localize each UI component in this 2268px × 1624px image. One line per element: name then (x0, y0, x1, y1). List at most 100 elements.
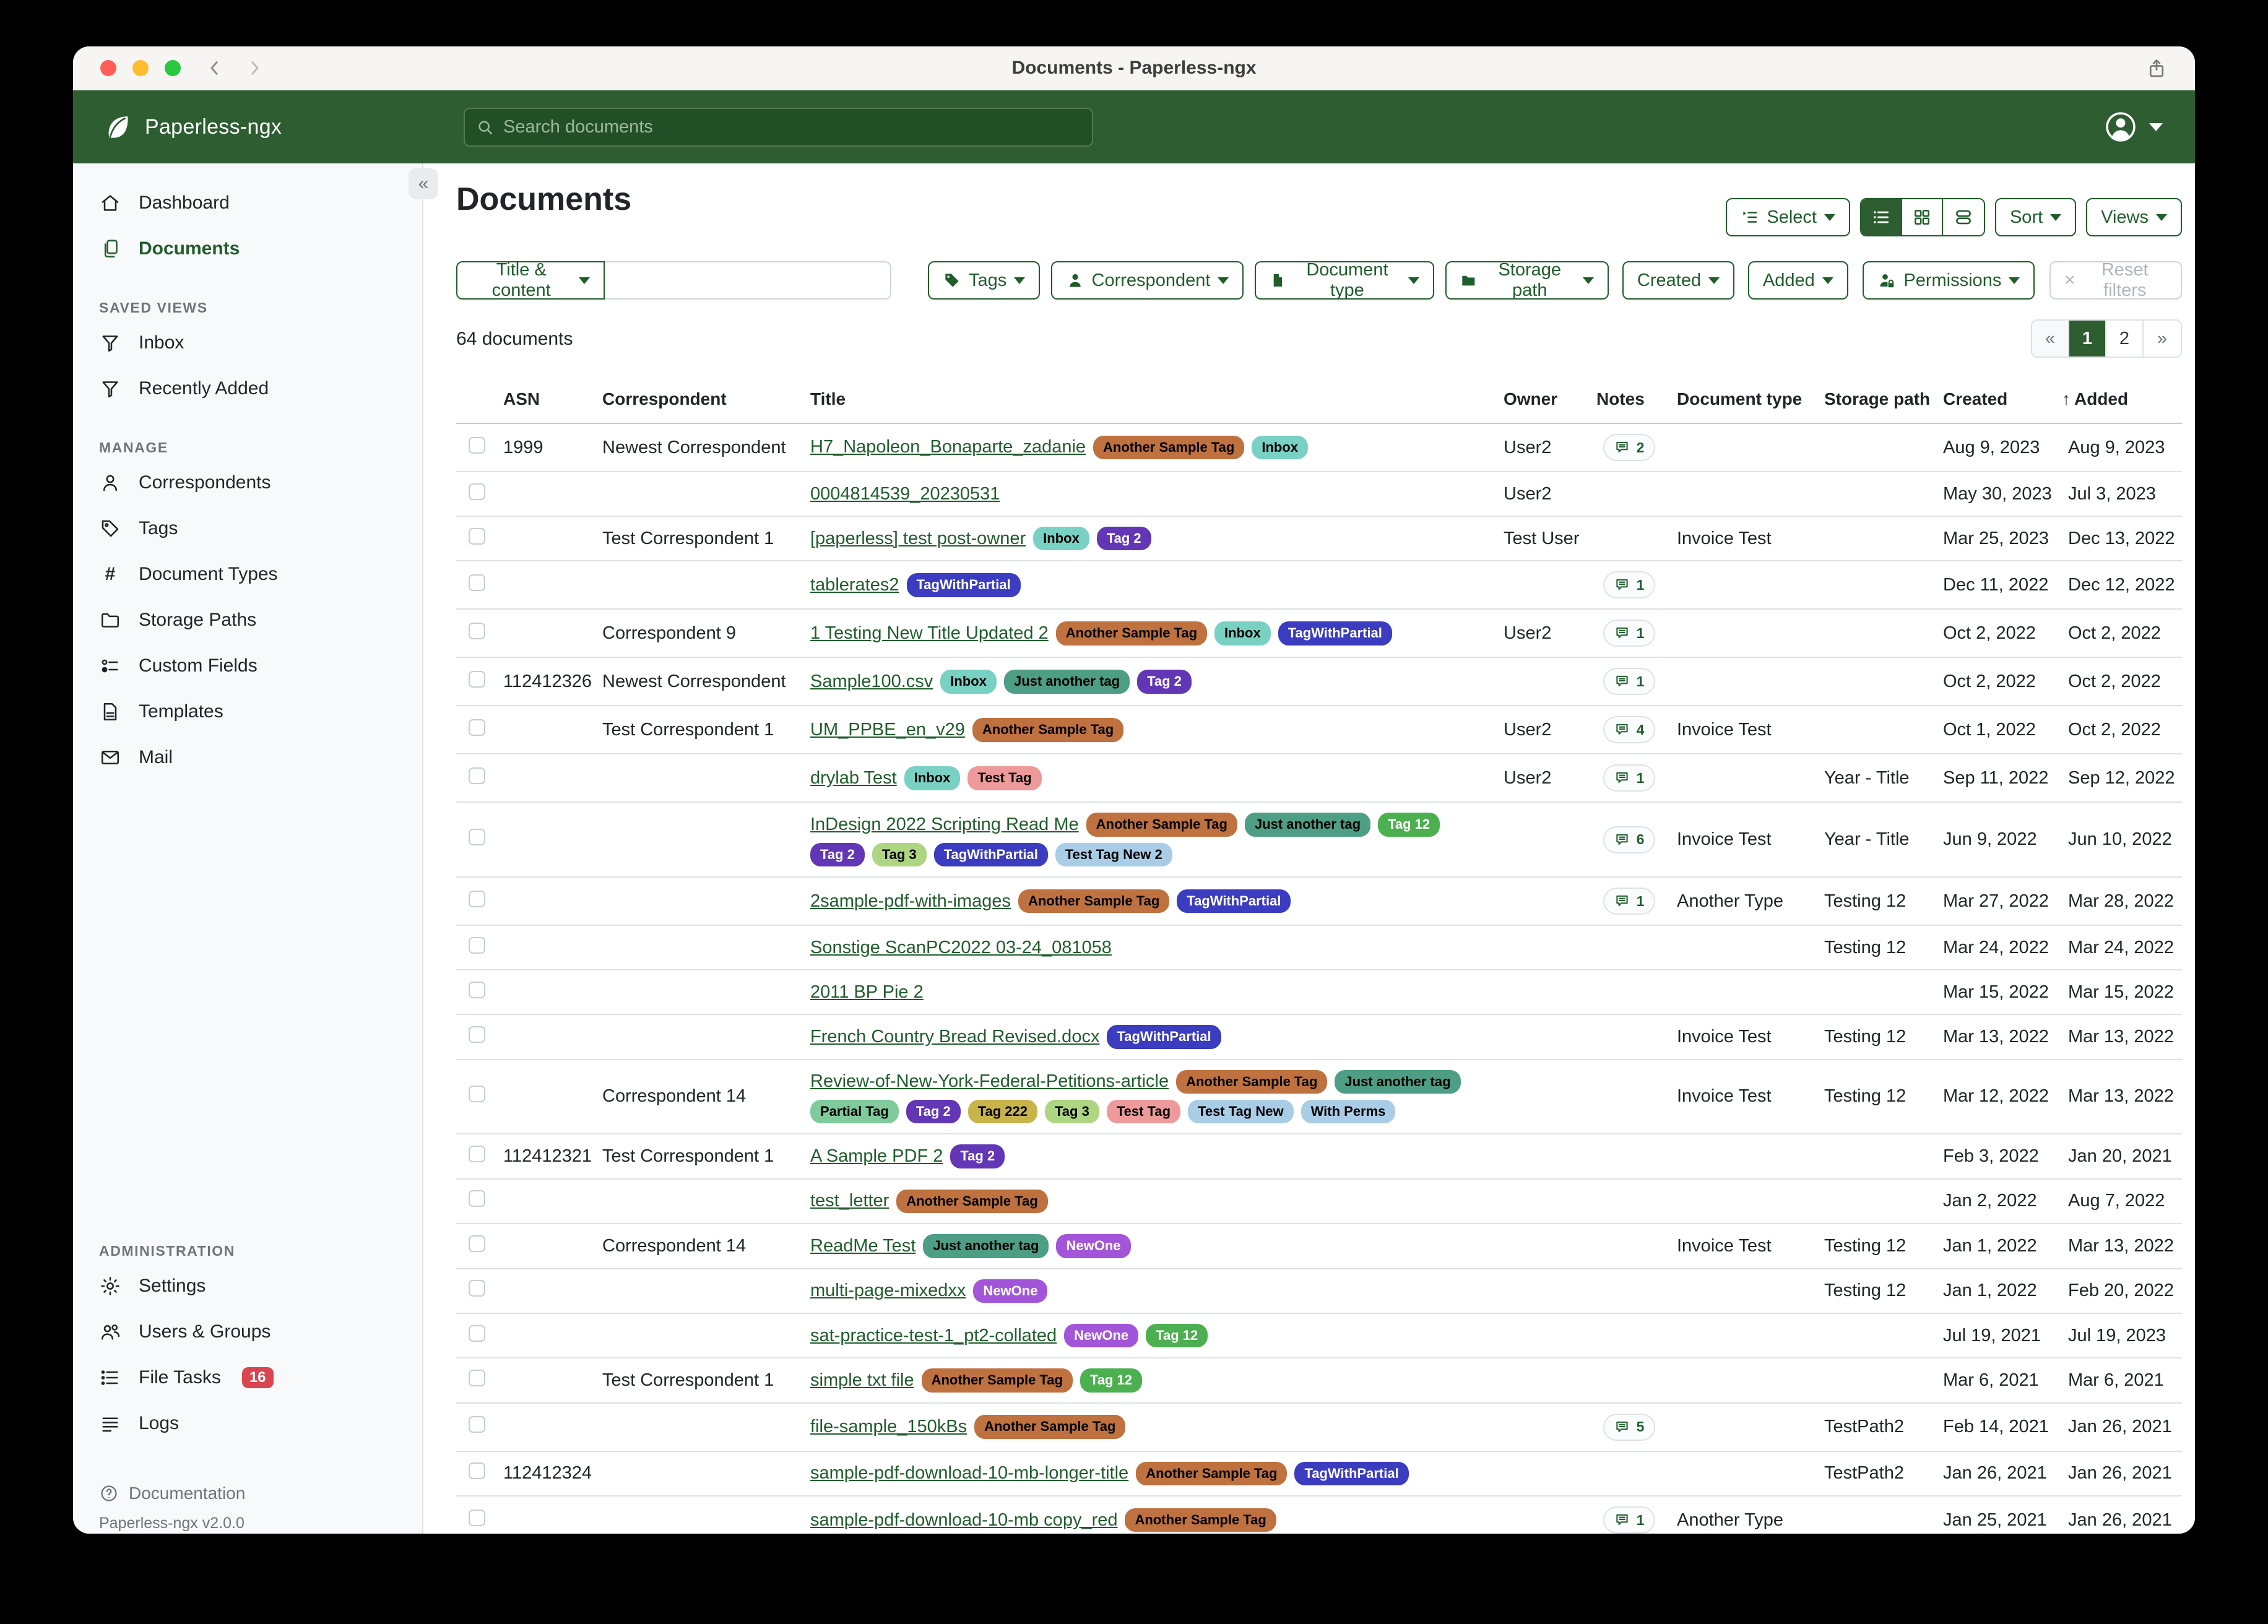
select-button[interactable]: Select (1726, 198, 1850, 236)
notes-pill[interactable]: 1 (1603, 668, 1656, 695)
tag-pill[interactable]: Another Sample Tag (972, 718, 1123, 741)
row-checkbox[interactable] (469, 1280, 485, 1297)
tag-pill[interactable]: Tag 222 (968, 1100, 1037, 1123)
storage-path-filter-button[interactable]: Storage path (1445, 261, 1609, 300)
document-link[interactable]: Sonstige ScanPC2022 03-24_081058 (810, 938, 1112, 958)
row-checkbox[interactable] (469, 719, 485, 736)
tag-pill[interactable]: Tag 12 (1378, 813, 1440, 836)
document-link[interactable]: UM_PPBE_en_v29 (810, 720, 965, 740)
column-header-created[interactable]: Created (1936, 379, 2061, 423)
sidebar-collapse-button[interactable]: « (409, 168, 438, 199)
document-link[interactable]: sample-pdf-download-10-mb-longer-title (810, 1463, 1128, 1484)
tag-pill[interactable]: Inbox (940, 670, 997, 693)
notes-pill[interactable]: 1 (1603, 764, 1656, 792)
notes-pill[interactable]: 1 (1603, 1506, 1656, 1534)
sidebar-item-documents[interactable]: Documents (73, 226, 422, 272)
sidebar-item-tags[interactable]: Tags (73, 506, 422, 551)
notes-pill[interactable]: 2 (1603, 434, 1656, 461)
tag-pill[interactable]: Another Sample Tag (1056, 621, 1207, 645)
notes-pill[interactable]: 5 (1603, 1414, 1656, 1441)
views-button[interactable]: Views (2086, 198, 2182, 236)
pagination-next[interactable]: » (2144, 321, 2181, 356)
tag-pill[interactable]: Tag 12 (1146, 1324, 1208, 1347)
row-checkbox[interactable] (469, 483, 485, 500)
row-checkbox[interactable] (469, 1190, 485, 1207)
column-header-added[interactable]: ↑Added (2061, 379, 2182, 423)
tag-pill[interactable]: Test Tag (967, 766, 1041, 790)
sidebar-item-documentation[interactable]: Documentation (73, 1479, 422, 1508)
row-checkbox[interactable] (469, 1026, 485, 1043)
tag-pill[interactable]: Just another tag (1335, 1070, 1460, 1094)
sidebar-item-inbox[interactable]: Inbox (73, 320, 422, 366)
correspondent-filter-button[interactable]: Correspondent (1051, 261, 1244, 300)
row-checkbox[interactable] (469, 623, 485, 639)
tag-pill[interactable]: Tag 2 (1097, 527, 1151, 550)
tag-pill[interactable]: Test Tag New (1188, 1100, 1294, 1123)
title-content-dropdown[interactable]: Title & content (456, 261, 605, 300)
reset-filters-button[interactable]: × Reset filters (2049, 261, 2182, 300)
tag-pill[interactable]: Partial Tag (810, 1100, 899, 1123)
document-type-filter-button[interactable]: Document type (1255, 261, 1435, 300)
tag-pill[interactable]: TagWithPartial (1278, 621, 1392, 645)
tag-pill[interactable]: Tag 3 (872, 843, 927, 866)
tag-pill[interactable]: Another Sample Tag (1136, 1462, 1287, 1485)
pagination-page-2[interactable]: 2 (2106, 321, 2144, 356)
row-checkbox[interactable] (469, 829, 485, 845)
tag-pill[interactable]: Another Sample Tag (1176, 1070, 1327, 1094)
added-filter-button[interactable]: Added (1748, 261, 1848, 300)
document-link[interactable]: test_letter (810, 1191, 889, 1211)
tag-pill[interactable]: TagWithPartial (1177, 889, 1291, 913)
column-header-owner[interactable]: Owner (1496, 379, 1589, 423)
tag-pill[interactable]: Test Tag (1107, 1100, 1180, 1123)
column-header-notes[interactable]: Notes (1589, 379, 1669, 423)
tag-pill[interactable]: Test Tag New 2 (1055, 843, 1172, 866)
row-checkbox[interactable] (469, 671, 485, 688)
sidebar-item-settings[interactable]: Settings (73, 1263, 422, 1309)
filter-text-input[interactable] (605, 261, 891, 300)
tag-pill[interactable]: Inbox (904, 766, 961, 790)
tag-pill[interactable]: Another Sample Tag (1125, 1508, 1276, 1532)
row-checkbox[interactable] (469, 1235, 485, 1252)
tag-pill[interactable]: Tag 2 (1137, 670, 1192, 693)
row-checkbox[interactable] (469, 437, 485, 454)
sidebar-item-recently-added[interactable]: Recently Added (73, 366, 422, 412)
row-checkbox[interactable] (469, 1370, 485, 1386)
tag-pill[interactable]: Another Sample Tag (1086, 813, 1237, 836)
document-link[interactable]: file-sample_150kBs (810, 1417, 967, 1437)
document-link[interactable]: H7_Napoleon_Bonaparte_zadanie (810, 437, 1086, 457)
tag-pill[interactable]: With Perms (1301, 1100, 1396, 1123)
row-checkbox[interactable] (469, 891, 485, 907)
pagination-page-1[interactable]: 1 (2069, 321, 2106, 356)
column-header-correspondent[interactable]: Correspondent (595, 379, 803, 423)
document-link[interactable]: 2sample-pdf-with-images (810, 891, 1011, 912)
sidebar-item-file-tasks[interactable]: File Tasks16 (73, 1355, 422, 1401)
tag-pill[interactable]: Tag 12 (1080, 1368, 1142, 1392)
row-checkbox[interactable] (469, 574, 485, 591)
tag-pill[interactable]: Another Sample Tag (1018, 889, 1169, 913)
tag-pill[interactable]: NewOne (973, 1279, 1047, 1303)
document-link[interactable]: 1 Testing New Title Updated 2 (810, 623, 1049, 644)
column-header-title[interactable]: Title (803, 379, 1496, 423)
tag-pill[interactable]: Another Sample Tag (1093, 436, 1244, 459)
sidebar-item-custom-fields[interactable]: Custom Fields (73, 643, 422, 689)
tag-pill[interactable]: Tag 2 (906, 1100, 961, 1123)
row-checkbox[interactable] (469, 1146, 485, 1162)
document-link[interactable]: French Country Bread Revised.docx (810, 1027, 1099, 1047)
tag-pill[interactable]: Tag 2 (810, 843, 865, 866)
document-link[interactable]: sat-practice-test-1_pt2-collated (810, 1326, 1057, 1346)
document-link[interactable]: Sample100.csv (810, 672, 933, 692)
document-link[interactable]: drylab Test (810, 768, 897, 788)
row-checkbox[interactable] (469, 1086, 485, 1102)
document-link[interactable]: A Sample PDF 2 (810, 1146, 943, 1167)
detail-view-button[interactable] (1943, 199, 1984, 235)
grid-view-button[interactable] (1902, 199, 1943, 235)
sidebar-item-correspondents[interactable]: Correspondents (73, 460, 422, 506)
created-filter-button[interactable]: Created (1622, 261, 1734, 300)
document-link[interactable]: ReadMe Test (810, 1236, 915, 1256)
tag-pill[interactable]: Tag 3 (1045, 1100, 1099, 1123)
list-view-button[interactable] (1861, 199, 1902, 235)
tag-pill[interactable]: Inbox (1033, 527, 1089, 550)
notes-pill[interactable]: 1 (1603, 888, 1656, 915)
tag-pill[interactable]: Just another tag (1245, 813, 1370, 836)
tag-pill[interactable]: Another Sample Tag (974, 1415, 1125, 1438)
